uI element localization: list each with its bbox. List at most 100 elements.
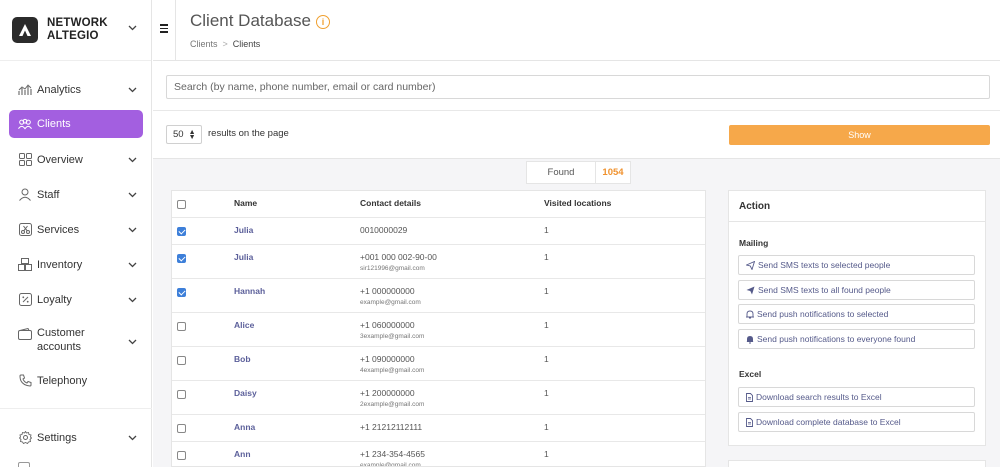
- row-checkbox[interactable]: [177, 390, 186, 399]
- client-name-link[interactable]: Bob: [234, 354, 251, 364]
- client-name-link[interactable]: Alice: [234, 320, 254, 330]
- sidebar-item-loyalty[interactable]: Loyalty: [9, 282, 143, 317]
- contact-phone: +1 200000000: [360, 388, 415, 398]
- chevron-down-icon: [128, 224, 137, 236]
- row-checkbox[interactable]: [177, 322, 186, 331]
- client-name-link[interactable]: Hannah: [234, 286, 265, 296]
- row-checkbox[interactable]: [177, 356, 186, 365]
- scissors-icon: [18, 223, 32, 237]
- sidebar-item-services[interactable]: Services: [9, 212, 143, 247]
- chevron-down-icon: [128, 18, 137, 36]
- contact-phone: +1 090000000: [360, 354, 415, 364]
- brand-switcher[interactable]: NETWORK ALTEGIO: [0, 0, 151, 61]
- contact-email: sir121996@gmail.com: [360, 265, 425, 272]
- breadcrumb-link[interactable]: Clients: [190, 39, 218, 49]
- sidebar-item-label: Settings: [37, 431, 77, 444]
- row-checkbox[interactable]: [177, 424, 186, 433]
- found-summary: Found 1054: [526, 161, 631, 184]
- select-all-checkbox[interactable]: [177, 200, 186, 209]
- table-row[interactable]: Ann +1 234-354-4565 example@gmail.com 1: [172, 442, 705, 467]
- sidebar-item-overview[interactable]: Overview: [9, 142, 143, 177]
- contact-email: example@gmail.com: [360, 462, 421, 467]
- sidebar-item-inventory[interactable]: Inventory: [9, 247, 143, 282]
- info-icon[interactable]: i: [316, 15, 330, 29]
- download-search-results-button[interactable]: Download search results to Excel: [738, 387, 975, 407]
- client-name-link[interactable]: Daisy: [234, 388, 257, 398]
- visited-locations: 1: [544, 422, 549, 432]
- table-row[interactable]: Julia +001 000 002-90-00 sir121996@gmail.c…: [172, 245, 705, 279]
- row-checkbox[interactable]: [177, 288, 186, 297]
- search-input[interactable]: [166, 75, 990, 99]
- wallet-icon: [18, 327, 32, 341]
- show-button[interactable]: Show: [729, 125, 990, 145]
- sidebar-item-staff[interactable]: Staff: [9, 177, 143, 212]
- column-header-name[interactable]: Name: [234, 198, 257, 208]
- chevron-down-icon: [128, 432, 137, 444]
- visited-locations: 1: [544, 225, 549, 235]
- sidebar-item-label: Customer accounts: [37, 327, 85, 353]
- sidebar-item-customer-accounts[interactable]: Customer accounts: [9, 317, 143, 363]
- send-outline-icon: [746, 260, 755, 270]
- sidebar-nav: Analytics Clients Overview Staff Service…: [0, 72, 152, 398]
- sidebar-item-label: Staff: [37, 188, 60, 201]
- column-header-contact[interactable]: Contact details: [360, 198, 421, 208]
- contact-details: +1 000000000 example@gmail.com: [360, 286, 421, 306]
- chart-icon: [18, 83, 32, 97]
- visited-locations: 1: [544, 388, 549, 398]
- sidebar-item-settings[interactable]: Settings: [9, 420, 143, 455]
- table-row[interactable]: Daisy +1 200000000 2example@gmail.com 1: [172, 381, 705, 415]
- chevron-down-icon: [128, 154, 137, 166]
- row-checkbox[interactable]: [177, 451, 186, 460]
- person-icon: [18, 188, 32, 202]
- select-arrows-icon: ▲ ▼: [188, 128, 196, 141]
- contact-email: 2example@gmail.com: [360, 401, 425, 408]
- visited-locations: 1: [544, 320, 549, 330]
- send-push-all-button[interactable]: Send push notifications to everyone foun…: [738, 329, 975, 349]
- sidebar-item-label: Inventory: [37, 258, 83, 271]
- sidebar-item-analytics[interactable]: Analytics: [9, 72, 143, 107]
- send-push-selected-button[interactable]: Send push notifications to selected: [738, 304, 975, 324]
- table-row[interactable]: Julia 0010000029 1: [172, 218, 705, 245]
- found-count: 1054: [596, 161, 631, 184]
- sidebar-item-clients[interactable]: Clients: [9, 110, 143, 138]
- chevron-down-icon: [128, 336, 137, 348]
- client-name-link[interactable]: Julia: [234, 225, 253, 235]
- sidebar-item-label: Analytics: [37, 83, 82, 96]
- download-database-button[interactable]: Download complete database to Excel: [738, 412, 975, 432]
- per-page-label: results on the page: [208, 128, 289, 139]
- table-row[interactable]: Bob +1 090000000 4example@gmail.com 1: [172, 347, 705, 381]
- client-name-link[interactable]: Ann: [234, 449, 251, 459]
- filter-bar: 50 ▲ ▼ results on the page Show: [153, 111, 1000, 159]
- send-sms-all-button[interactable]: Send SMS texts to all found people: [738, 280, 975, 300]
- action-panel-title: Action: [729, 191, 985, 222]
- visited-locations: 1: [544, 252, 549, 262]
- per-page-select[interactable]: 50 ▲ ▼: [166, 125, 202, 144]
- hamburger-menu-icon[interactable]: [160, 24, 168, 35]
- table-header-row: Name Contact details Visited locations: [172, 191, 705, 218]
- bell-outline-icon: [746, 310, 754, 319]
- table-row[interactable]: Anna +1 21212112111 1: [172, 415, 705, 442]
- search-bar: [153, 62, 1000, 111]
- contact-phone: +1 000000000: [360, 286, 415, 296]
- column-header-visited[interactable]: Visited locations: [544, 198, 611, 208]
- sidebar-next-item-icon: [18, 462, 30, 467]
- contact-details: +1 090000000 4example@gmail.com: [360, 354, 424, 374]
- client-name-link[interactable]: Julia: [234, 252, 253, 262]
- contact-details: +1 234-354-4565 example@gmail.com: [360, 449, 425, 467]
- row-checkbox[interactable]: [177, 227, 186, 236]
- sidebar-item-label: Loyalty: [37, 293, 72, 306]
- sidebar-item-label: Clients: [37, 118, 71, 130]
- sidebar-item-telephony[interactable]: Telephony: [9, 363, 143, 398]
- sidebar-settings-wrap: Settings: [0, 420, 152, 455]
- users-icon: [18, 117, 32, 131]
- breadcrumb: Clients > Clients: [190, 39, 260, 49]
- table-row[interactable]: Alice +1 060000000 3example@gmail.com 1: [172, 313, 705, 347]
- contact-phone: +001 000 002-90-00: [360, 252, 437, 262]
- row-checkbox[interactable]: [177, 254, 186, 263]
- page-header: Client Database i Clients > Clients: [153, 0, 1000, 61]
- chevron-down-icon: [128, 294, 137, 306]
- send-sms-selected-button[interactable]: Send SMS texts to selected people: [738, 255, 975, 275]
- table-row[interactable]: Hannah +1 000000000 example@gmail.com 1: [172, 279, 705, 313]
- client-name-link[interactable]: Anna: [234, 422, 255, 432]
- gear-icon: [18, 431, 32, 445]
